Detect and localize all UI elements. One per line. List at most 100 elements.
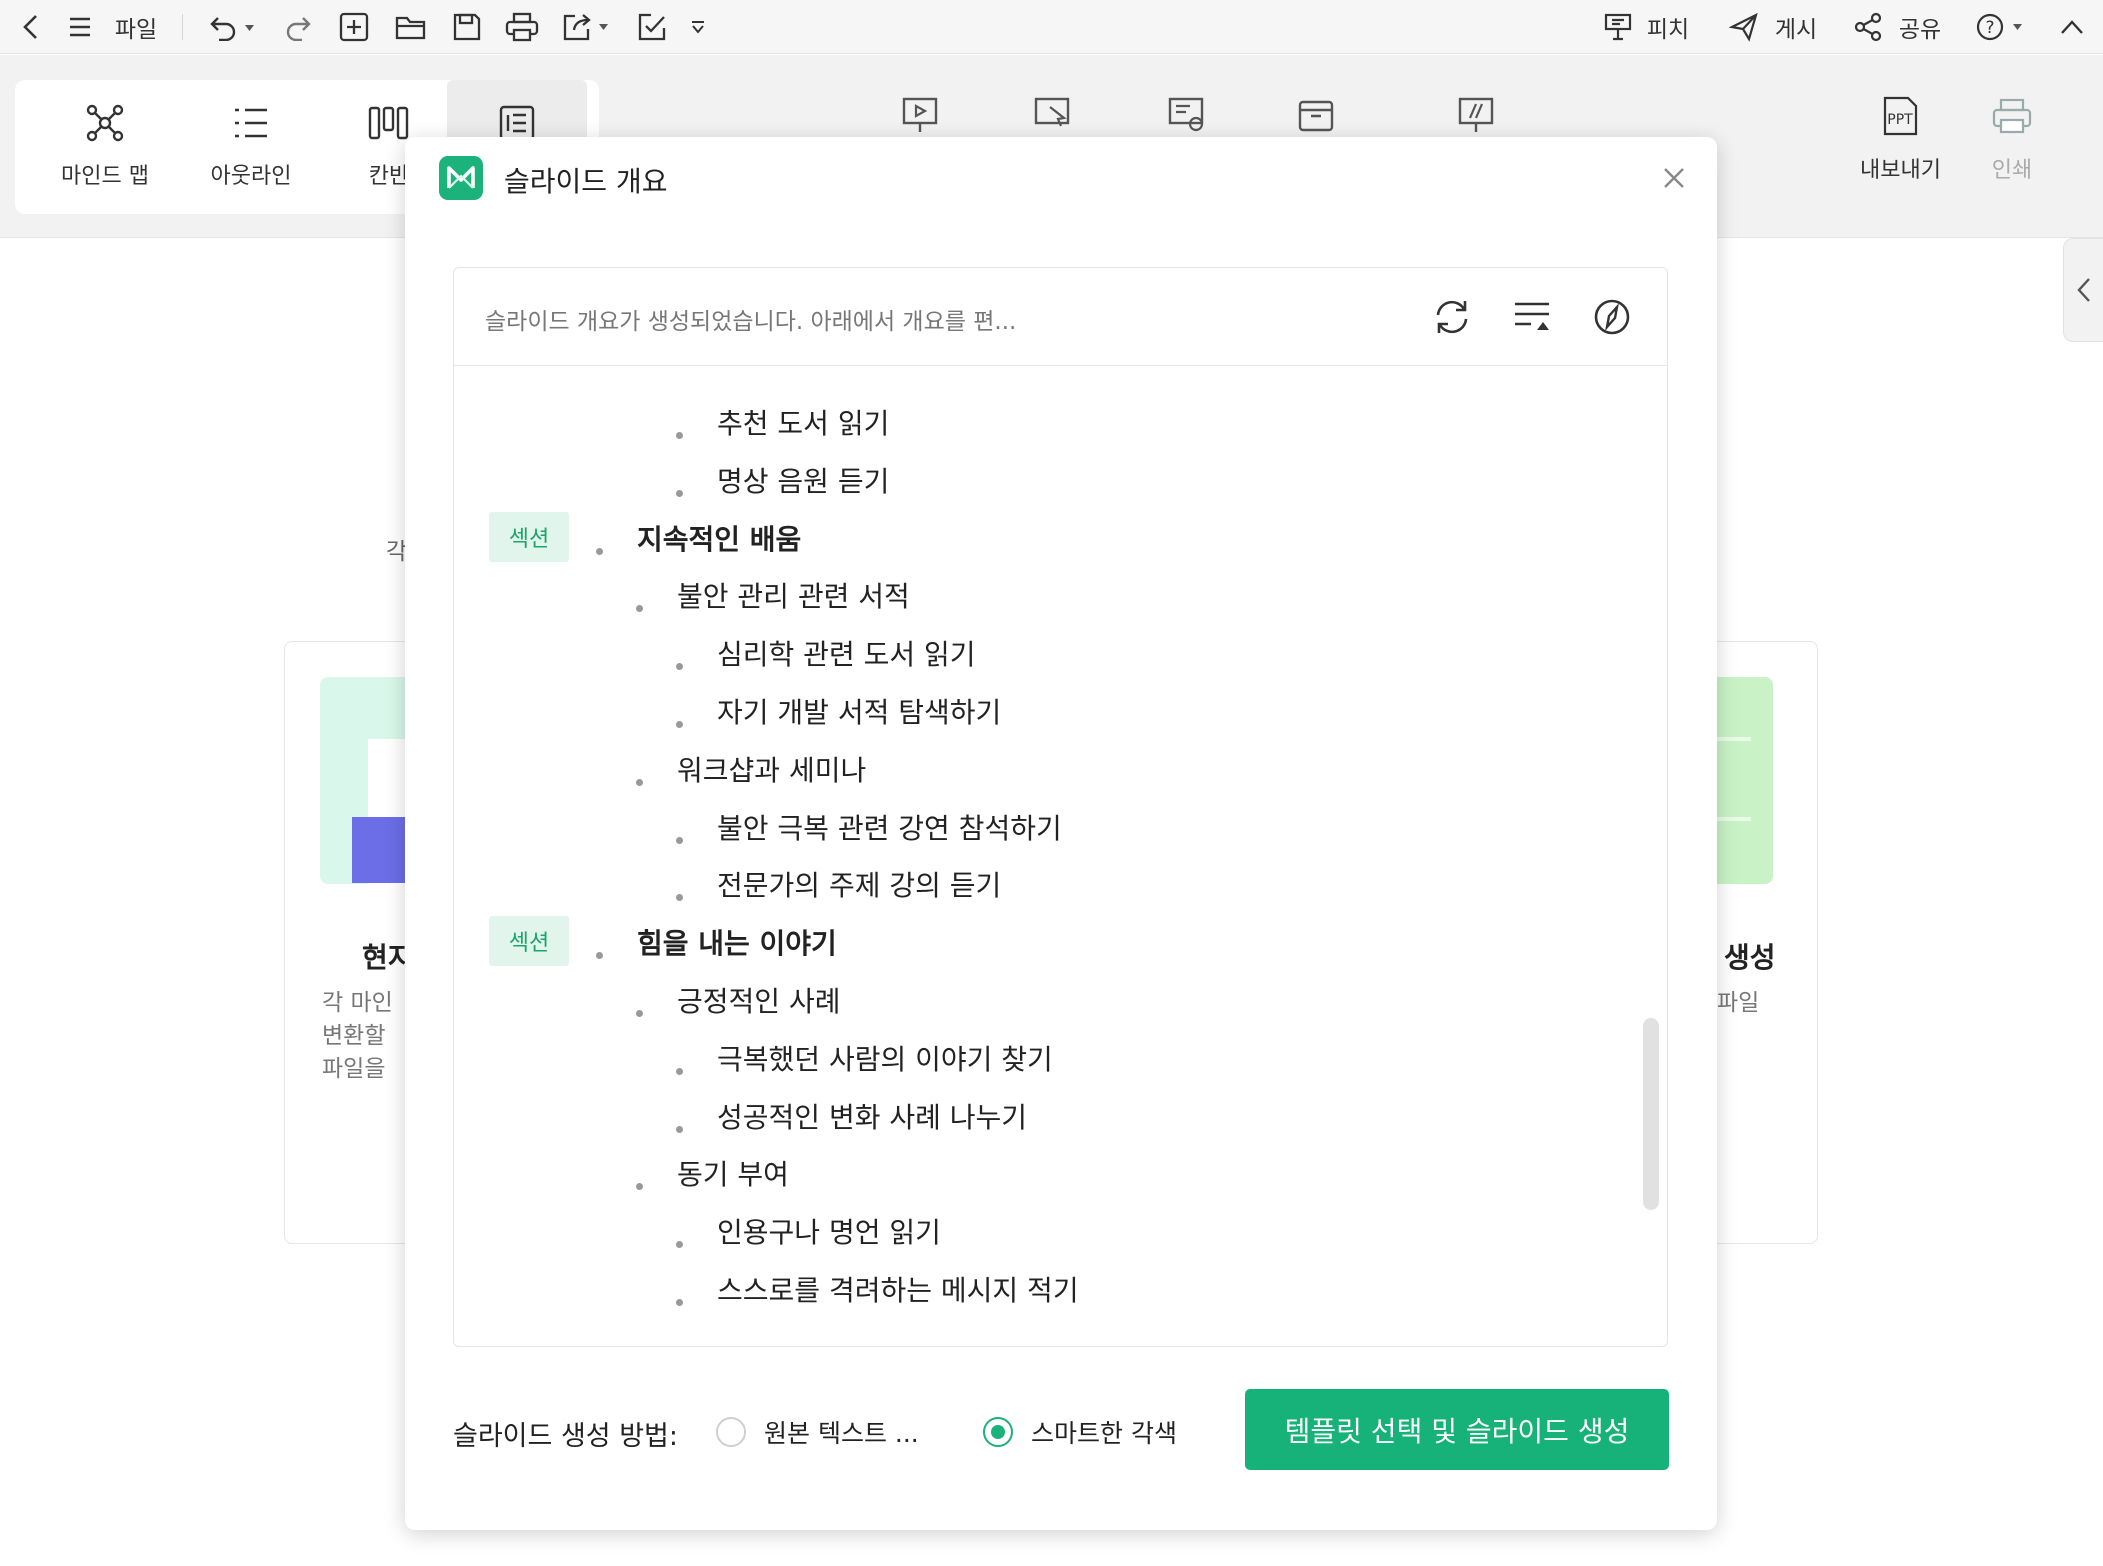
svg-text:?: ? [1985,18,1994,38]
print-label: 인쇄 [1991,158,2033,183]
outline-item-text[interactable]: 인용구나 명언 읽기 [717,1211,941,1251]
share-icon[interactable] [1850,0,1886,54]
expand-collapse-icon[interactable] [1509,294,1555,340]
section-badge[interactable]: 섹션 [489,916,569,967]
back-icon[interactable] [14,0,48,54]
view-mindmap-button[interactable]: 마인드 맵 [35,80,175,214]
presentation-icon[interactable] [902,96,938,140]
side-panel-toggle[interactable] [2063,238,2103,342]
outline-item-row[interactable]: 명상 음원 듣기 [676,450,1604,508]
export-button[interactable]: PPT 내보내기 [1860,96,1941,184]
bullet-dot [676,489,683,497]
outline-section-row[interactable]: 지속적인 배움 [596,508,1604,566]
outline-item-text[interactable]: 불안 관리 관련 서적 [677,575,910,615]
compass-icon[interactable] [1589,294,1635,340]
outline-list: 추천 도서 읽기 명상 음원 듣기 지속적인 배움 섹션 불안 관리 관련 서적 심리학 … [454,366,1667,1346]
export-icon[interactable] [560,0,614,54]
radio-original-text[interactable]: 원본 텍스트 ... [716,1414,919,1450]
open-folder-icon[interactable] [392,0,430,54]
bullet-dot [636,1010,643,1017]
outline-item-text[interactable]: 전문가의 주제 강의 듣기 [717,864,1001,904]
publish-label[interactable]: 게시 [1770,0,1822,54]
section-badge[interactable]: 섹션 [489,511,569,562]
radio-original-label[interactable]: 원본 텍스트 ... [764,1414,919,1450]
bullet-dot [596,952,603,960]
outline-item-text[interactable]: 추천 도서 읽기 [717,402,889,442]
outline-item-text[interactable]: 명상 음원 듣기 [717,460,889,500]
pitch-label[interactable]: 피치 [1642,0,1694,54]
regenerate-icon[interactable] [1429,294,1475,340]
present-from-current-icon[interactable] [1034,96,1074,140]
undo-button[interactable] [206,0,256,54]
outline-item-text[interactable]: 힘을 내는 이야기 [637,922,837,962]
outline-item-row[interactable]: 긍정적인 사례 [636,970,1604,1028]
outline-section-row[interactable]: 힘을 내는 이야기 [596,912,1604,970]
share-label[interactable]: 공유 [1894,0,1946,54]
collapse-icon[interactable] [2056,0,2088,54]
outline-item-row[interactable]: 워크샵과 세미나 [636,739,1604,797]
outline-item-row[interactable]: 극복했던 사람의 이야기 찾기 [676,1028,1604,1086]
outline-item-text[interactable]: 스스로를 격려하는 메시지 적기 [717,1269,1079,1309]
view-outline-button[interactable]: 아웃라인 [181,80,321,214]
card-right-title: 생성 [1724,941,1776,974]
bullet-dot [676,894,683,902]
printer-icon [1990,96,2034,140]
slide-search-icon[interactable] [1168,96,1208,140]
bullet-dot [676,1125,683,1133]
outline-item-row[interactable]: 자기 개발 서적 탐색하기 [676,681,1604,739]
help-icon[interactable]: ? [1974,0,2028,54]
slide-theme-icon[interactable] [1458,96,1494,140]
menu-icon[interactable] [64,0,96,54]
outline-item-text[interactable]: 심리학 관련 도서 읽기 [717,633,976,673]
generate-slides-button[interactable]: 템플릿 선택 및 슬라이드 생성 [1245,1389,1669,1470]
outline-item-row[interactable]: 인용구나 명언 읽기 [676,1201,1604,1259]
save-icon[interactable] [450,0,484,54]
outline-icon [233,102,269,144]
view-kanban-label: 칸반 [368,164,410,189]
bullet-dot [676,836,683,844]
outline-item-row[interactable]: 동기 부여 [636,1143,1604,1201]
outline-editor-header: 슬라이드 개요가 생성되었습니다. 아래에서 개요를 편... [454,268,1667,366]
radio-smart-label[interactable]: 스마트한 각색 [1031,1414,1177,1450]
bullet-dot [596,547,603,555]
outline-item-row[interactable]: 성공적인 변화 사례 나누기 [676,1086,1604,1144]
radio-circle[interactable] [983,1417,1013,1447]
card-illustration-right [1717,677,1773,884]
outline-item-text[interactable]: 성공적인 변화 사례 나누기 [717,1096,1027,1136]
ppt-icon: PPT [1878,96,1922,140]
outline-item-text[interactable]: 지속적인 배움 [637,518,801,558]
outline-item-row[interactable]: 추천 도서 읽기 [676,392,1604,450]
bullet-dot [676,1241,683,1249]
outline-item-row[interactable]: 스스로를 격려하는 메시지 적기 [676,1259,1604,1317]
scrollbar-thumb[interactable] [1643,1018,1659,1210]
outline-item-text[interactable]: 동기 부여 [677,1153,789,1193]
outline-item-text[interactable]: 자기 개발 서적 탐색하기 [717,691,1001,731]
print-button[interactable]: 인쇄 [1990,96,2034,184]
status-text: 슬라이드 개요가 생성되었습니다. 아래에서 개요를 편... [485,309,1017,335]
new-file-icon[interactable] [336,0,372,54]
redo-button[interactable] [282,0,318,54]
checklist-icon[interactable] [634,0,670,54]
outline-item-text[interactable]: 워크샵과 세미나 [677,749,866,789]
print-icon[interactable] [502,0,542,54]
outline-item-row[interactable]: 불안 극복 관련 강연 참석하기 [676,797,1604,855]
outline-item-row[interactable]: 불안 관리 관련 서적 [636,565,1604,623]
card-left-desc: 각 마인 변환할 파일을 [322,990,393,1082]
more-icon[interactable] [688,0,708,54]
svg-text:PPT: PPT [1888,112,1914,128]
close-icon[interactable] [1659,163,1689,193]
slide-archive-icon[interactable] [1298,96,1334,140]
outline-item-row[interactable]: 전문가의 주제 강의 듣기 [676,854,1604,912]
outline-item-text[interactable]: 극복했던 사람의 이야기 찾기 [717,1038,1053,1078]
publish-icon[interactable] [1726,0,1762,54]
pitch-icon[interactable] [1600,0,1636,54]
outline-item-text[interactable]: 불안 극복 관련 강연 참석하기 [717,807,1062,847]
view-mindmap-label: 마인드 맵 [61,164,149,189]
radio-circle[interactable] [716,1417,746,1447]
outline-item-row[interactable]: 심리학 관련 도서 읽기 [676,623,1604,681]
radio-smart-adaptation[interactable]: 스마트한 각색 [983,1414,1177,1450]
chevron-left-icon [2076,278,2090,302]
outline-item-text[interactable]: 긍정적인 사례 [677,980,840,1020]
view-outline-label: 아웃라인 [210,164,292,189]
file-menu[interactable]: 파일 [108,0,164,54]
